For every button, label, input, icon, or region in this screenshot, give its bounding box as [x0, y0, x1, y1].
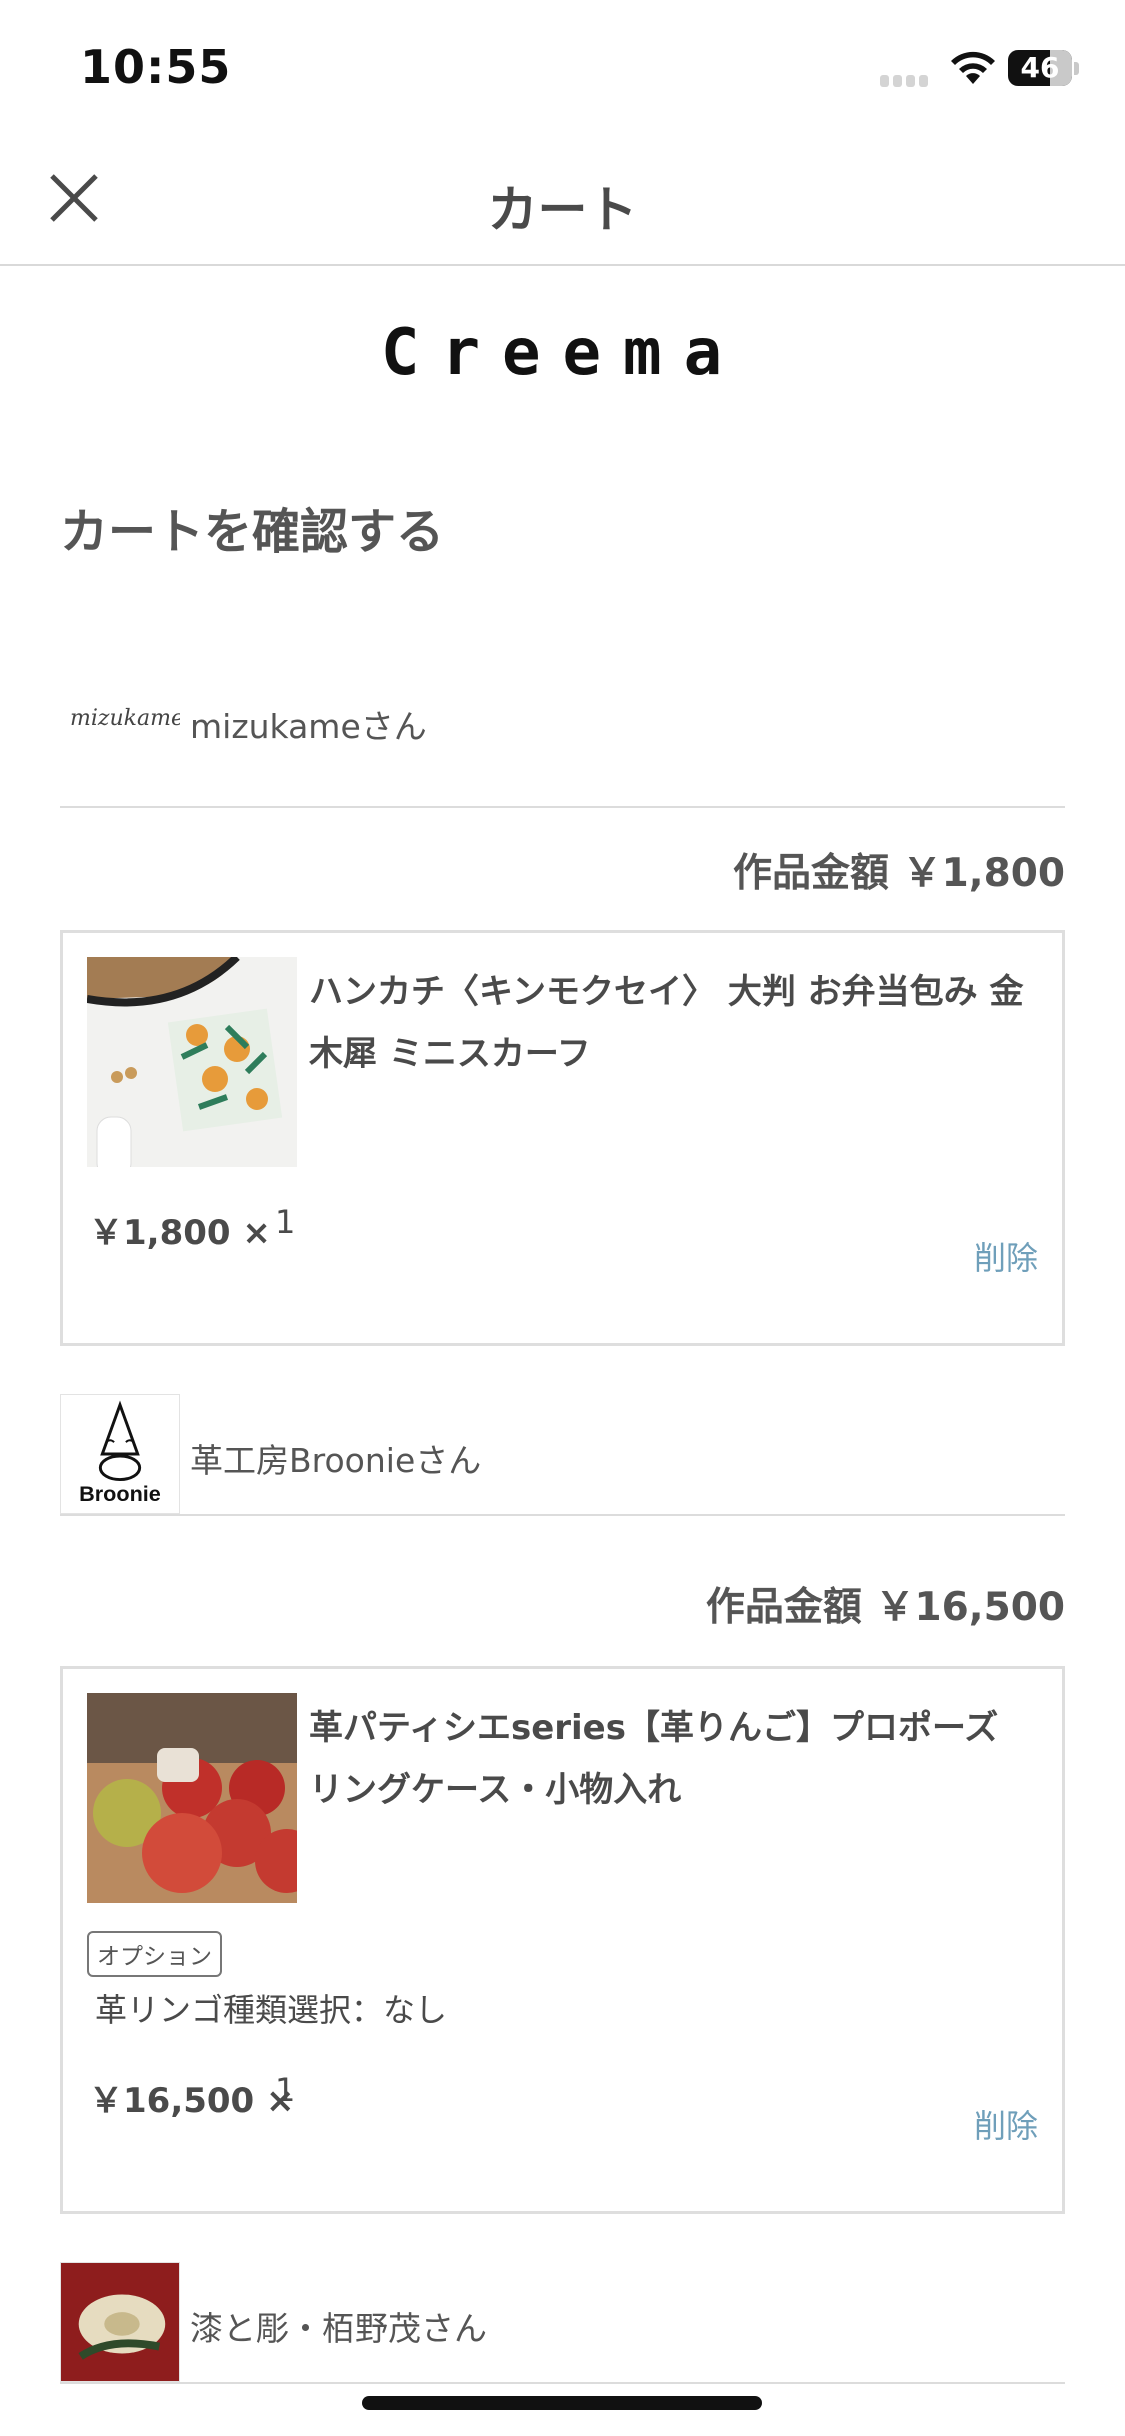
shop-header-broonie[interactable]: Broonie 革工房Broonieさん [60, 1394, 1065, 1516]
page-title: カート [487, 181, 638, 239]
shop-logo-text: mizukame [70, 706, 180, 731]
cart-item-card: ハンカチ〈キンモクセイ〉 大判 お弁当包み 金木犀 ミニスカーフ ￥1,800 … [60, 930, 1065, 1346]
cellular-signal-icon [880, 72, 932, 91]
item-thumbnail[interactable] [87, 1693, 297, 1903]
item-thumbnail[interactable] [87, 957, 297, 1167]
battery-level: 46 [1020, 51, 1060, 84]
option-value: 革リンゴ種類選択：なし [95, 1991, 448, 2029]
shop-subtotal: 作品金額 ￥1,800 [733, 851, 1065, 896]
battery-icon: 46 [1008, 50, 1072, 86]
home-indicator [362, 2396, 762, 2410]
cart-item-card: 革パティシエseries【革りんご】プロポーズリングケース・小物入れ オプション… [60, 1666, 1065, 2214]
shop-avatar: Broonie [60, 1394, 180, 1514]
nav-header: カート [0, 132, 1125, 266]
shop-name[interactable]: mizukameさん [190, 700, 427, 748]
shop-avatar [60, 2262, 180, 2382]
creema-logo: Creema [380, 316, 745, 390]
shop-subtotal: 作品金額 ￥16,500 [705, 1585, 1065, 1630]
shop-logo-text: Broonie [79, 1481, 161, 1506]
delete-button[interactable]: 削除 [974, 2101, 1038, 2147]
item-title[interactable]: 革パティシエseries【革りんご】プロポーズリングケース・小物入れ [309, 1697, 1029, 1821]
shop-name[interactable]: 漆と彫・栢野茂さん [190, 2302, 487, 2350]
shop-avatar: mizukame [60, 686, 180, 806]
delete-button[interactable]: 削除 [974, 1233, 1038, 1279]
item-quantity: 1 [275, 1203, 296, 1241]
shop-name[interactable]: 革工房Broonieさん [190, 1434, 481, 1482]
shop-header-urushi[interactable]: 漆と彫・栢野茂さん [60, 2262, 1065, 2384]
wifi-icon [951, 51, 995, 84]
item-quantity: 1 [275, 2071, 296, 2109]
status-bar: 10:55 46 [0, 0, 1125, 132]
shop-header-mizukame[interactable]: mizukame mizukameさん [60, 686, 1065, 808]
status-time: 10:55 [80, 40, 232, 94]
item-title[interactable]: ハンカチ〈キンモクセイ〉 大判 お弁当包み 金木犀 ミニスカーフ [309, 961, 1029, 1085]
section-heading: カートを確認する [60, 504, 445, 560]
item-price: ￥16,500 × [89, 2081, 295, 2121]
item-price: ￥1,800 × [89, 1213, 271, 1253]
option-badge: オプション [87, 1931, 222, 1977]
